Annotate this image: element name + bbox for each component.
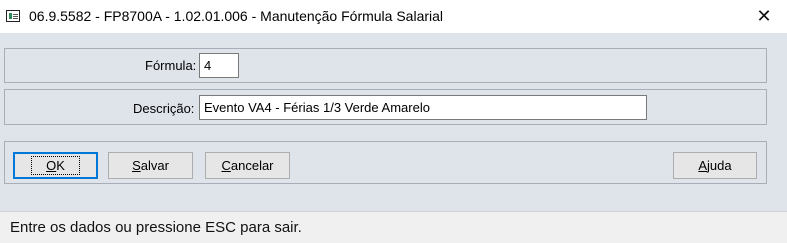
- window-title: 06.9.5582 - FP8700A - 1.02.01.006 - Manu…: [29, 8, 444, 24]
- description-label: Descrição:: [133, 101, 195, 116]
- description-input[interactable]: Evento VA4 - Férias 1/3 Verde Amarelo: [199, 95, 647, 120]
- save-button[interactable]: Salvar: [108, 152, 193, 179]
- help-button[interactable]: Ajuda: [673, 152, 757, 179]
- app-icon[interactable]: [6, 10, 20, 22]
- dialog-client-area: Fórmula: 4 Descrição: Evento VA4 - Féria…: [0, 33, 787, 211]
- formula-label: Fórmula:: [145, 58, 197, 73]
- formula-input[interactable]: 4: [199, 53, 239, 78]
- formula-panel: Fórmula: 4: [4, 48, 767, 83]
- status-text: Entre os dados ou pressione ESC para sai…: [10, 219, 302, 236]
- button-panel: OK Salvar Cancelar Ajuda: [4, 141, 767, 184]
- description-panel: Descrição: Evento VA4 - Férias 1/3 Verde…: [4, 89, 767, 125]
- ok-button[interactable]: OK: [13, 152, 98, 179]
- close-icon: ✕: [756, 6, 772, 27]
- status-bar: Entre os dados ou pressione ESC para sai…: [0, 211, 787, 243]
- cancel-button[interactable]: Cancelar: [205, 152, 290, 179]
- title-bar: 06.9.5582 - FP8700A - 1.02.01.006 - Manu…: [0, 0, 787, 33]
- close-button[interactable]: ✕: [741, 0, 787, 33]
